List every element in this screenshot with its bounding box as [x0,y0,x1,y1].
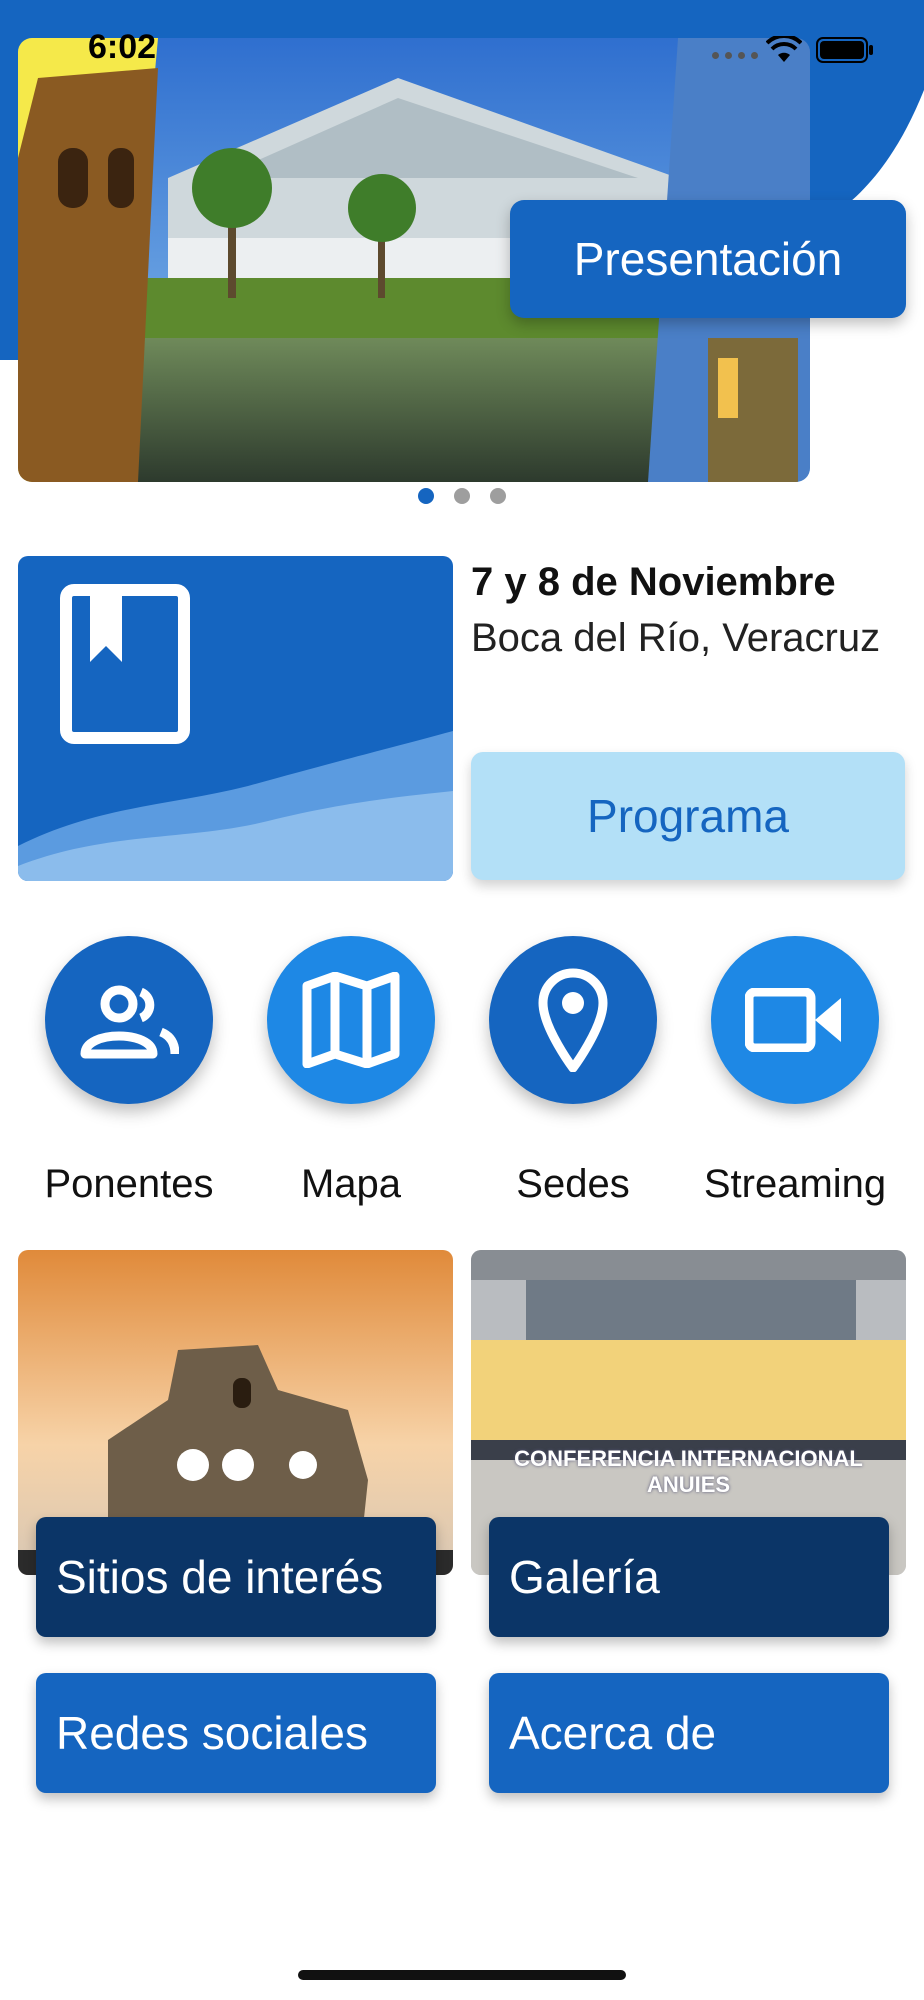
carousel-dot[interactable] [454,488,470,504]
carousel-dot[interactable] [418,488,434,504]
event-location: Boca del Río, Veracruz [471,616,881,660]
streaming-button[interactable] [711,936,879,1104]
map-button[interactable] [267,936,435,1104]
event-date: 7 y 8 de Noviembre [471,560,836,604]
battery-icon [816,37,873,63]
about-button[interactable]: Acerca de [489,1673,889,1793]
points-of-interest-button[interactable]: Sitios de interés [36,1517,436,1637]
video-camera-icon [745,988,841,1052]
map-icon [302,972,400,1068]
program-button[interactable]: Programa [471,752,905,880]
venues-label: Sedes [516,1162,630,1206]
signal-icon [712,52,758,59]
bookmark-book-icon [60,584,190,744]
gallery-button[interactable]: Galería [489,1517,889,1637]
carousel-page-indicator[interactable] [418,488,506,504]
people-icon [80,985,179,1059]
carousel-dot[interactable] [490,488,506,504]
location-pin-icon [538,968,608,1072]
gallery-banner-text: CONFERENCIA INTERNACIONAL ANUIES [514,1446,863,1497]
wifi-icon [766,36,802,62]
speakers-label: Ponentes [44,1162,214,1206]
map-label: Mapa [300,1162,402,1206]
social-networks-button[interactable]: Redes sociales [36,1673,436,1793]
speakers-button[interactable] [45,936,213,1104]
program-card[interactable] [18,556,453,881]
streaming-label: Streaming [703,1162,887,1206]
status-time: 6:02 [88,28,157,66]
presentation-button[interactable]: Presentación [510,200,906,318]
home-indicator[interactable] [298,1970,626,1980]
venues-button[interactable] [489,936,657,1104]
